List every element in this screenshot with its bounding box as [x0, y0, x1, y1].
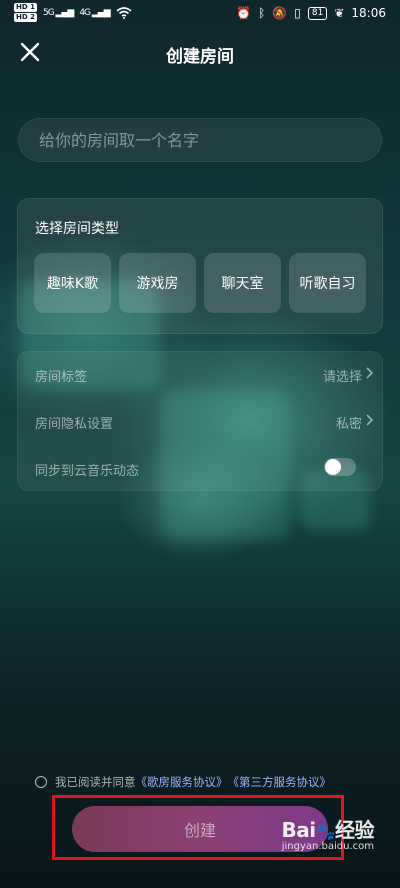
page-title: 创建房间: [166, 47, 234, 67]
room-privacy-label: 房间隐私设置: [35, 417, 114, 432]
room-type-study-button[interactable]: 听歌自习: [289, 253, 366, 313]
toggle-knob: [325, 459, 341, 475]
hd2-badge: HD 2: [14, 13, 37, 22]
room-type-chat-button[interactable]: 聊天室: [204, 253, 281, 313]
status-bar: HD 1 HD 2 5G ▂▄▆ 4G ▂▄▆ ⏰ ᛒ 🔕 ▯ 81 ❦ 18:…: [0, 0, 400, 30]
room-service-agreement-link[interactable]: 《歌房服务协议》: [136, 774, 228, 790]
status-time: 18:06: [351, 6, 386, 20]
room-privacy-row[interactable]: 房间隐私设置 私密: [18, 399, 384, 445]
room-settings-card: 房间标签 请选择 房间隐私设置 私密 同步到云音乐动态: [17, 351, 383, 491]
chevron-right-icon: [366, 367, 374, 379]
alarm-icon: ⏰: [236, 6, 252, 20]
paw-icon: 🐾: [315, 822, 336, 841]
chevron-right-icon: [366, 414, 374, 426]
room-tag-value: 请选择: [322, 370, 362, 385]
agreement-row: 我已阅读并同意 《歌房服务协议》 《第三方服务协议》: [35, 774, 331, 790]
baidu-jingyan-watermark: Bai🐾经验 jingyan.baidu.com: [281, 814, 374, 852]
charging-leaf-icon: ❦: [334, 6, 345, 20]
wifi-icon: [116, 7, 132, 19]
bluetooth-icon: ᛒ: [258, 6, 266, 20]
sync-moments-toggle[interactable]: [324, 458, 356, 476]
vibrate-icon: ▯: [294, 6, 301, 20]
room-type-card: 选择房间类型 趣味K歌 游戏房 聊天室 听歌自习: [17, 198, 383, 334]
third-party-agreement-link[interactable]: 《第三方服务协议》: [228, 774, 332, 790]
room-type-title: 选择房间类型: [35, 221, 119, 237]
room-type-karaoke-button[interactable]: 趣味K歌: [34, 253, 111, 313]
signal-5g-icon: 5G ▂▄▆: [42, 8, 74, 18]
room-tag-row[interactable]: 房间标签 请选择: [18, 352, 384, 398]
sync-moments-row: 同步到云音乐动态: [18, 446, 384, 492]
top-bar: 创建房间: [0, 30, 400, 74]
agreement-text: 我已阅读并同意: [55, 775, 136, 789]
signal-4g-icon: 4G ▂▄▆: [79, 8, 110, 18]
room-privacy-value: 私密: [335, 417, 362, 432]
mute-icon: 🔕: [272, 6, 288, 20]
watermark-url: jingyan.baidu.com: [281, 841, 374, 852]
hd1-badge: HD 1: [14, 3, 37, 12]
room-tag-label: 房间标签: [35, 370, 88, 385]
watermark-brand: Bai: [281, 818, 316, 842]
room-name-input[interactable]: [18, 118, 382, 162]
watermark-brand-suffix: 经验: [335, 818, 375, 842]
battery-icon: 81: [307, 6, 328, 20]
sync-moments-label: 同步到云音乐动态: [35, 464, 140, 479]
agreement-radio[interactable]: [35, 776, 47, 788]
room-type-game-button[interactable]: 游戏房: [119, 253, 196, 313]
